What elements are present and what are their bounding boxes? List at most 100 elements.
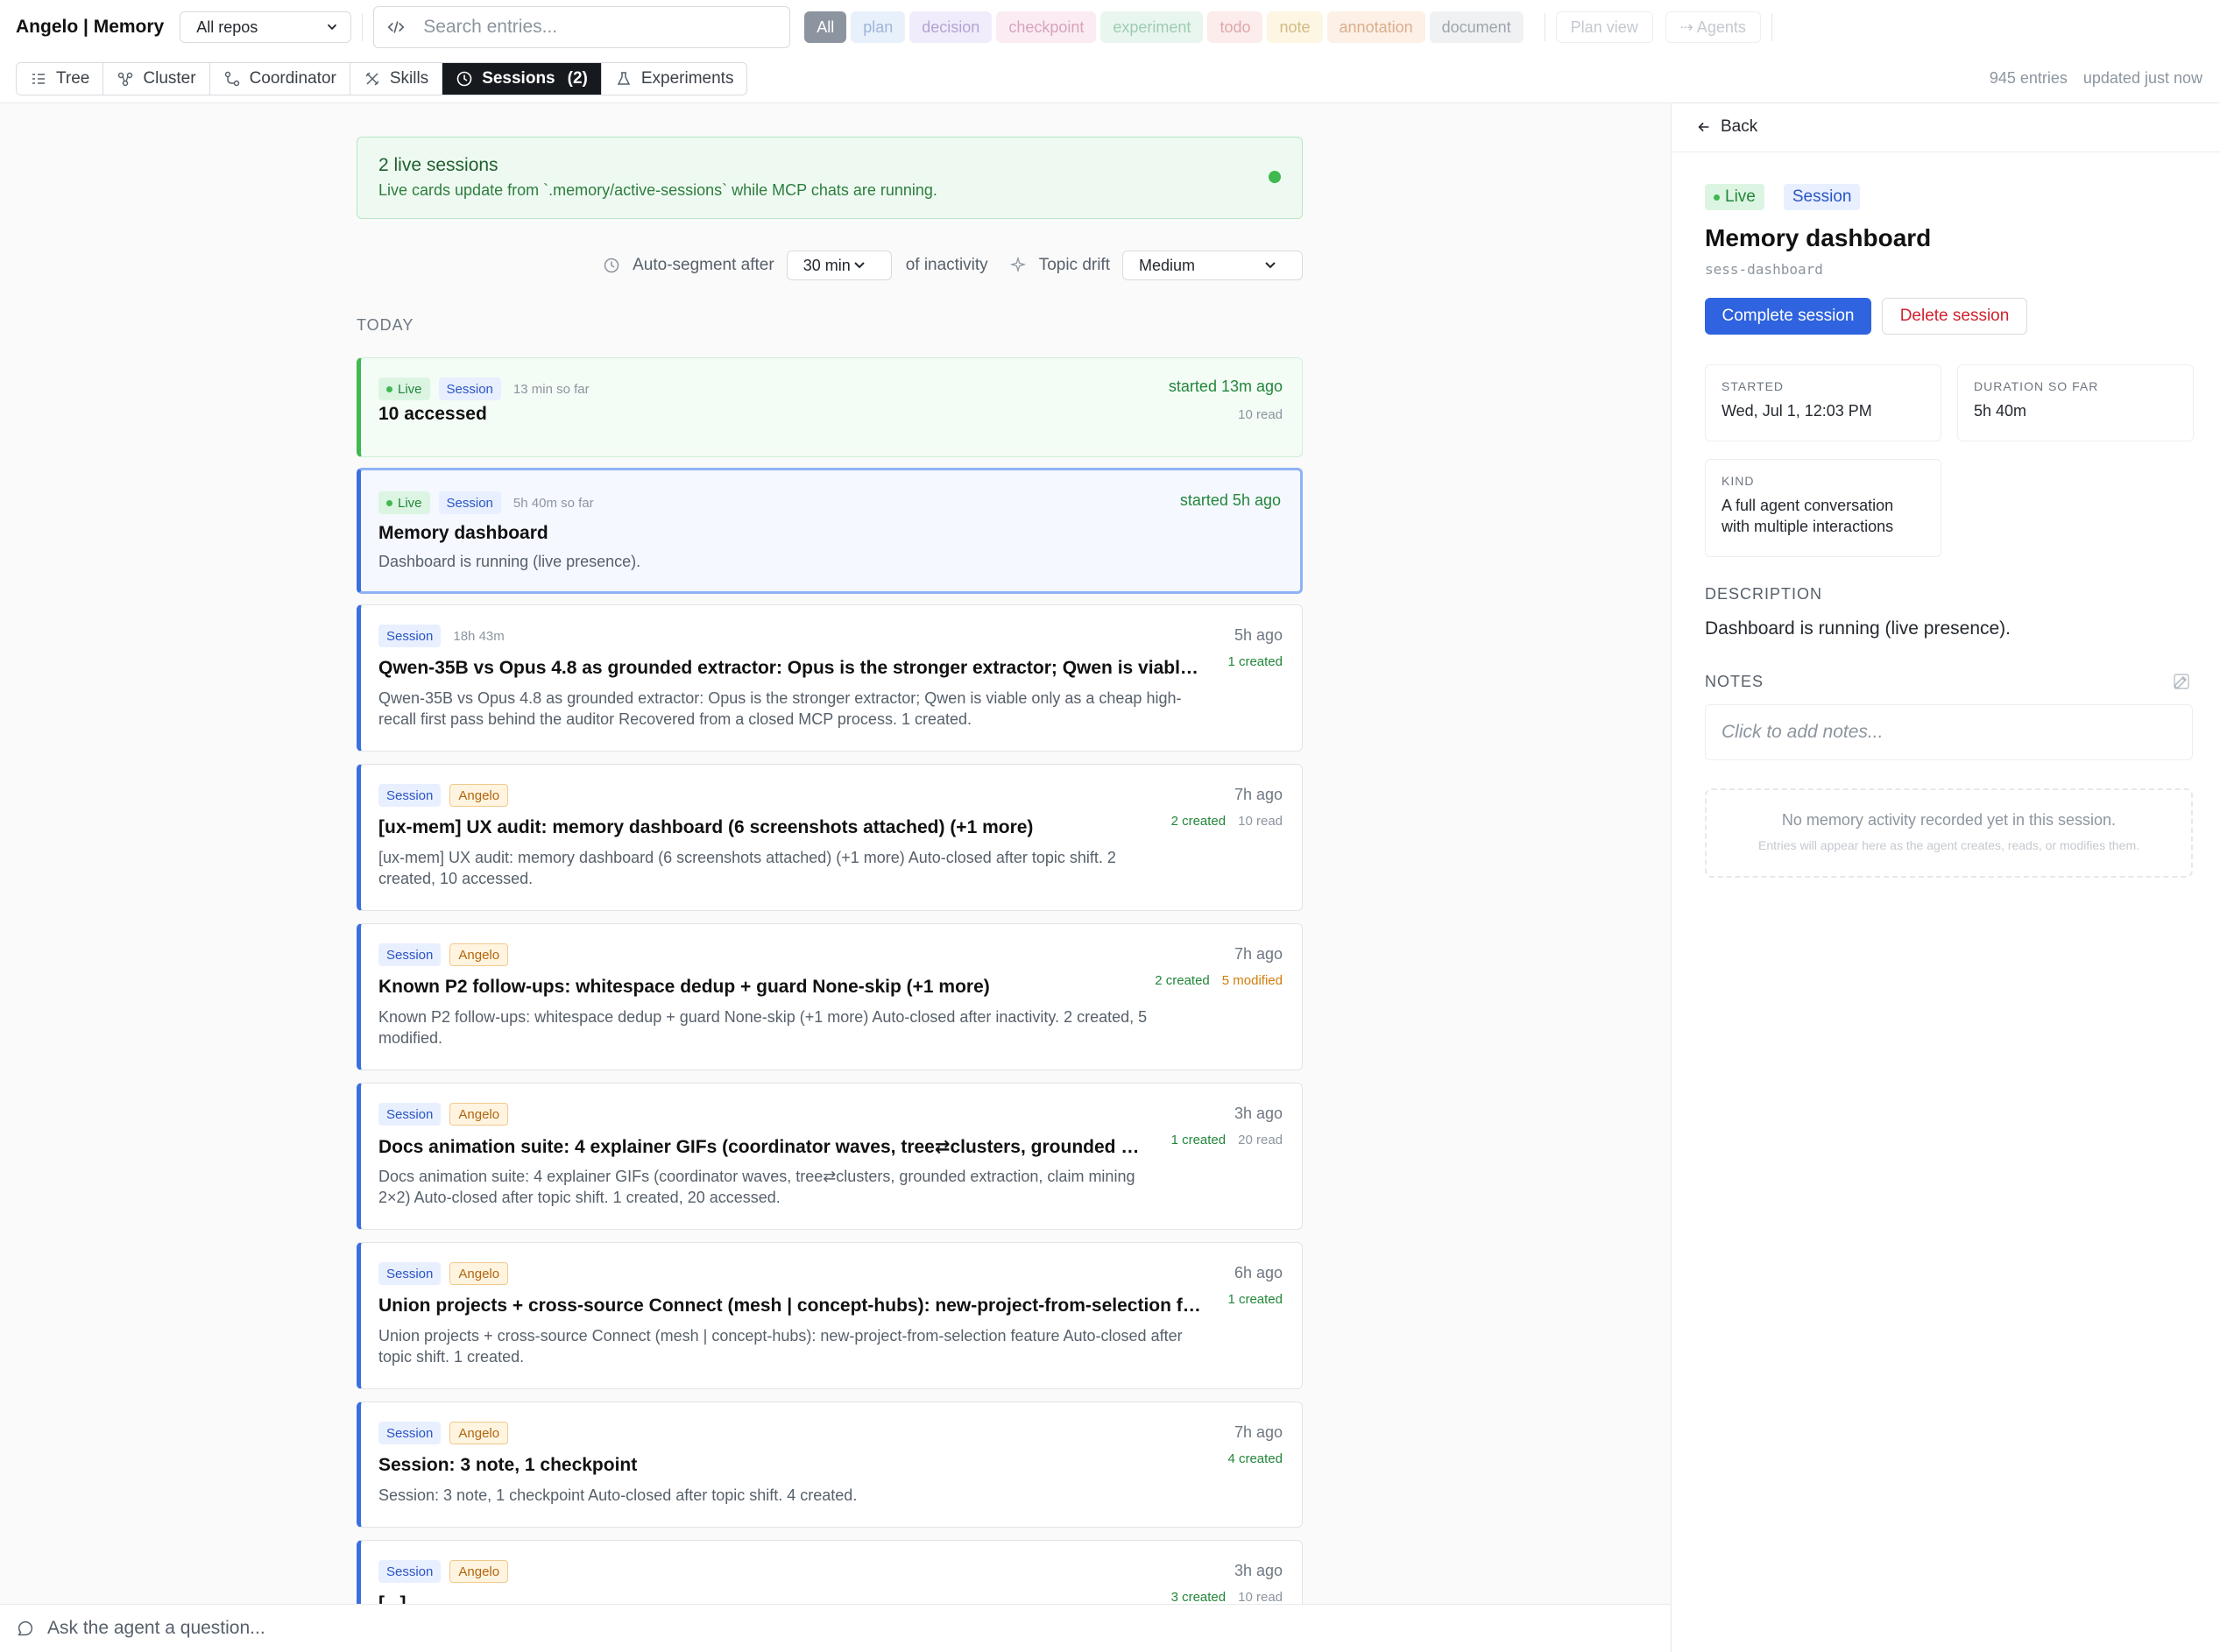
search-input[interactable] — [423, 17, 778, 38]
updated-status: updated just now — [2082, 69, 2202, 87]
session-card[interactable]: Session Angelo Session: 3 note, 1 checkp… — [357, 1401, 1303, 1528]
session-badge: Session — [1783, 184, 1861, 210]
search-box[interactable] — [373, 6, 791, 48]
kind-box: KIND A full agent conversation with mult… — [1705, 459, 1941, 557]
tab-skills[interactable]: Skills — [350, 62, 443, 95]
chevron-down-icon — [854, 262, 865, 269]
tab-experiments[interactable]: Experiments — [601, 62, 747, 95]
clock-icon — [604, 258, 619, 273]
tab-coordinator[interactable]: Coordinator — [209, 62, 350, 95]
plan-view-button[interactable]: Plan view — [1555, 11, 1653, 43]
session-card[interactable]: Session Angelo [...] 3h ago 3 created 10… — [357, 1540, 1303, 1604]
card-badges: Live Session 13 min so far — [378, 378, 590, 400]
filter-note[interactable]: note — [1267, 11, 1323, 43]
delete-session-button[interactable]: Delete session — [1882, 298, 2027, 335]
filter-all[interactable]: All — [804, 11, 847, 43]
agents-button[interactable]: ⇢ Agents — [1665, 11, 1761, 43]
session-card[interactable]: Session Angelo Docs animation suite: 4 e… — [357, 1083, 1303, 1230]
segment-controls: Auto-segment after 30 min of inactivity … — [357, 249, 1303, 282]
filter-document[interactable]: document — [1429, 11, 1524, 43]
filter-experiment[interactable]: experiment — [1100, 11, 1204, 43]
session-card[interactable]: Live Session 13 min so far 10 accessed s… — [357, 357, 1303, 457]
kind-value: A full agent conversation with multiple … — [1722, 497, 1894, 535]
chevron-down-icon — [1265, 262, 1276, 269]
coordinator-icon — [224, 71, 239, 86]
card-badges: Session Angelo — [378, 784, 517, 807]
created-count: 2 created — [1170, 814, 1227, 829]
user-badge: Angelo — [449, 1422, 509, 1444]
filter-todo[interactable]: todo — [1207, 11, 1263, 43]
filter-plan[interactable]: plan — [851, 11, 906, 43]
created-count: 4 created — [1227, 1451, 1283, 1466]
section-label-today: TODAY — [357, 316, 414, 334]
read-count: 20 read — [1238, 1133, 1283, 1147]
complete-session-button[interactable]: Complete session — [1705, 298, 1871, 335]
cluster-icon — [118, 72, 133, 86]
inactivity-minutes-select[interactable]: 30 min — [786, 251, 892, 280]
session-card[interactable]: Session Angelo [ux-mem] UX audit: memory… — [357, 764, 1303, 911]
topic-drift-value: Medium — [1139, 256, 1196, 274]
repo-select[interactable]: All repos — [180, 11, 352, 43]
sparkle-icon — [1009, 257, 1026, 273]
session-title: 10 accessed — [378, 404, 487, 424]
created-count: 1 created — [1170, 1133, 1227, 1147]
session-stats: 1 created 20 read — [1171, 1133, 1283, 1147]
session-time: 7h ago — [1234, 1423, 1283, 1441]
tab-cluster[interactable]: Cluster — [103, 62, 210, 95]
session-title: Known P2 follow-ups: whitespace dedup + … — [378, 977, 990, 997]
sessions-main: 2 live sessions Live cards update from `… — [0, 103, 1670, 1604]
tab-label: Coordinator — [249, 68, 336, 88]
back-button[interactable]: Back — [1696, 117, 1757, 137]
topic-drift-label: Topic drift — [1038, 256, 1110, 274]
tab-sessions[interactable]: Sessions (2) — [442, 62, 602, 95]
filter-checkpoint[interactable]: checkpoint — [996, 11, 1097, 43]
session-card[interactable]: Session Angelo Known P2 follow-ups: whit… — [357, 923, 1303, 1070]
card-badges: Session Angelo — [378, 1262, 517, 1285]
edit-icon[interactable] — [2173, 673, 2190, 690]
session-badge: Session — [378, 943, 442, 966]
live-badge: Live — [1705, 184, 1764, 210]
modified-count: 5 modified — [1221, 973, 1283, 988]
inactivity-minutes-value: 30 min — [802, 256, 851, 274]
session-badge: Session — [378, 1422, 442, 1444]
card-badges: Session Angelo — [378, 1103, 517, 1126]
card-badges: Live Session 5h 40m so far — [378, 491, 594, 514]
session-duration: 13 min so far — [513, 381, 590, 397]
ask-agent-input[interactable]: Ask the agent a question... — [47, 1618, 265, 1639]
filter-annotation[interactable]: annotation — [1326, 11, 1425, 43]
session-title: Qwen-35B vs Opus 4.8 as grounded extract… — [378, 658, 1202, 678]
inactivity-label: of inactivity — [905, 256, 988, 274]
session-card-selected[interactable]: Live Session 5h 40m so far Memory dashbo… — [357, 468, 1303, 594]
tab-label: Cluster — [143, 68, 196, 88]
started-value: Wed, Jul 1, 12:03 PM — [1722, 402, 1872, 420]
session-time: 7h ago — [1234, 786, 1283, 803]
description-text: Dashboard is running (live presence). — [1705, 618, 2011, 639]
notes-field[interactable]: Click to add notes... — [1705, 704, 2193, 760]
session-time: 3h ago — [1234, 1562, 1283, 1579]
created-count: 3 created — [1170, 1590, 1227, 1604]
session-card[interactable]: Session Angelo Union projects + cross-so… — [357, 1242, 1303, 1389]
card-badges: Session 18h 43m — [378, 625, 505, 647]
read-count: 10 read — [1238, 1590, 1283, 1604]
user-badge: Angelo — [449, 943, 509, 966]
topic-drift-select[interactable]: Medium — [1122, 251, 1303, 280]
session-stats: 10 read — [1238, 407, 1283, 422]
arrow-left-icon — [1698, 122, 1709, 132]
session-title: [ux-mem] UX audit: memory dashboard (6 s… — [378, 817, 1034, 837]
duration-box: DURATION SO FAR 5h 40m — [1957, 364, 2194, 441]
session-time: 6h ago — [1234, 1264, 1283, 1281]
skills-icon — [365, 71, 379, 86]
live-indicator — [1269, 171, 1281, 183]
session-time: started 13m ago — [1168, 378, 1283, 395]
detail-title: Memory dashboard — [1705, 224, 1932, 251]
session-id: sess-dashboard — [1705, 261, 1823, 278]
tab-count: (2) — [567, 68, 588, 88]
session-stats: 2 created 10 read — [1171, 814, 1283, 829]
session-stats: 3 created 10 read — [1171, 1590, 1283, 1604]
tab-tree[interactable]: Tree — [17, 62, 104, 95]
activity-empty-state: No memory activity recorded yet in this … — [1705, 788, 2193, 878]
session-card[interactable]: Session 18h 43m Qwen-35B vs Opus 4.8 as … — [357, 604, 1303, 752]
filter-decision[interactable]: decision — [909, 11, 993, 43]
ask-agent-bar[interactable]: Ask the agent a question... — [0, 1604, 1670, 1652]
live-badge: Live — [378, 378, 430, 400]
